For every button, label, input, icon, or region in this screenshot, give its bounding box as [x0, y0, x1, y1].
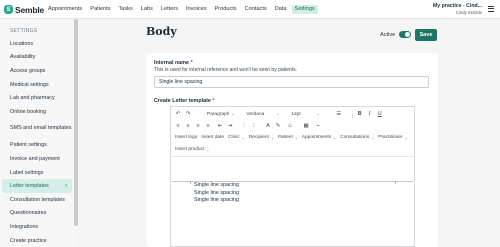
template-form-card: Internal name * This is used for interna… [147, 53, 438, 247]
text-color-icon[interactable]: A [265, 123, 271, 129]
internal-name-label: Internal name * [154, 60, 193, 66]
indent-icon[interactable]: ⇥ [227, 123, 233, 129]
toolbar-row-1: ↶ ↷ Paragraph ⌄ Verdana ⌄ 12pt ⌄ ☰ B I U [171, 109, 414, 119]
main-nav: Appointments Patients Tasks Labs Letters… [47, 5, 324, 14]
insert-product-menu[interactable]: Insert product ⌄ [175, 147, 209, 152]
document-line: Single line spacing [194, 182, 239, 188]
nav-letters[interactable]: Letters [160, 5, 179, 14]
toolbar-row-4: Insert product ⌄ [171, 145, 414, 154]
undo-icon[interactable]: ↶ [175, 111, 181, 117]
divider [351, 110, 353, 118]
nav-contacts[interactable]: Contacts [244, 5, 268, 14]
sidebar-item-questionnaires[interactable]: Questionnaires [2, 207, 72, 221]
hamburger-menu-icon[interactable] [488, 6, 494, 12]
sidebar-item-invoice-and-payment[interactable]: Invoice and payment [2, 152, 72, 166]
nav-invoices[interactable]: Invoices [185, 5, 208, 14]
recipient-menu[interactable]: Recipient ⌄ [249, 135, 274, 140]
toolbar-row-3: Insert logo Insert date Clinic ⌄ Recipien… [171, 133, 414, 142]
sidebar-list: Locations Availability Access groups Med… [2, 37, 72, 247]
save-button[interactable]: Save [415, 29, 437, 41]
chevron-right-icon: › [65, 183, 67, 190]
rich-text-editor: ↶ ↷ Paragraph ⌄ Verdana ⌄ 12pt ⌄ ☰ B I U ≡ … [170, 106, 415, 247]
sidebar-item-label-settings[interactable]: Label settings [2, 166, 72, 180]
internal-name-help: This is used for internal reference and … [154, 67, 297, 73]
sidebar-item-availability[interactable]: Availability [2, 51, 72, 65]
toggle-knob [405, 32, 410, 37]
practice-name: My practice - Cind... [432, 3, 482, 9]
align-left-icon[interactable]: ≡ [175, 123, 181, 129]
nav-data[interactable]: Data [274, 5, 288, 14]
active-toggle[interactable] [399, 31, 411, 38]
editor-document[interactable]: Single line spacing Single line spacing … [171, 156, 414, 246]
highlight-icon[interactable]: ✎ [275, 123, 281, 129]
document-body[interactable]: Single line spacing Single line spacing … [194, 182, 239, 205]
sidebar-item-consultation-templates[interactable]: Consultation templates [2, 193, 72, 207]
clinic-menu[interactable]: Clinic ⌄ [228, 135, 245, 140]
document-line: Single line spacing [194, 197, 239, 203]
italic-icon[interactable]: I [367, 111, 373, 117]
justify-icon[interactable]: ≡ [205, 123, 211, 129]
align-right-icon[interactable]: ≡ [195, 123, 201, 129]
page-title: Body [146, 25, 177, 38]
sidebar-title: SETTINGS [10, 28, 38, 34]
internal-name-input[interactable]: Single line spacing [154, 76, 429, 88]
create-template-label: Create Letter template * [154, 98, 215, 104]
sidebar-item-medical-settings[interactable]: Medical settings [2, 78, 72, 92]
toolbar-row-2: ≡ ≡ ≡ ≡ ⇤ ⇥ ⋮ ⁝ A ✎ ☺ ▦ ⌁ [171, 121, 414, 131]
numbered-list-icon[interactable]: ⁝ [251, 123, 257, 129]
semble-logo-icon: S [4, 5, 13, 14]
bold-icon[interactable]: B [357, 111, 363, 117]
nav-appointments[interactable]: Appointments [47, 5, 83, 14]
logo[interactable]: S Semble [4, 4, 44, 15]
practitioner-menu[interactable]: Practitioner ⌄ [378, 135, 407, 140]
sidebar-item-label: Letter templates [10, 183, 49, 190]
appointments-menu[interactable]: Appointments ⌄ [302, 135, 336, 140]
nav-settings[interactable]: Settings [291, 5, 318, 14]
sidebar-item-patient-settings[interactable]: Patient settings [2, 139, 72, 153]
nav-labs[interactable]: Labs [140, 5, 154, 14]
sidebar-item-integrations[interactable]: Integrations [2, 220, 72, 234]
sidebar-item-lab-and-pharmacy[interactable]: Lab and pharmacy [2, 91, 72, 105]
sidebar-item-access-groups[interactable]: Access groups [2, 64, 72, 78]
redo-icon[interactable]: ↷ [185, 111, 191, 117]
sidebar-item-locations[interactable]: Locations [2, 37, 72, 51]
link-icon[interactable]: ⌁ [315, 123, 321, 129]
paragraph-select[interactable]: Paragraph ⌄ [205, 111, 236, 118]
active-label: Active [380, 32, 396, 38]
brand-name: Semble [15, 4, 45, 15]
patient-menu[interactable]: Patient ⌄ [278, 135, 298, 140]
align-center-icon[interactable]: ≡ [185, 123, 191, 129]
sidebar-scrollbar[interactable] [74, 19, 78, 226]
font-size-select[interactable]: 12pt ⌄ [289, 111, 321, 118]
sidebar-item-letter-templates[interactable]: Letter templates › [2, 179, 72, 193]
nav-patients[interactable]: Patients [89, 5, 111, 14]
sidebar-item-create-practice[interactable]: Create practice [2, 234, 72, 247]
document-line: Single line spacing [194, 189, 239, 196]
sidebar-item-sms-email-templates[interactable]: SMS and email templates [2, 119, 72, 139]
margin-marker-right [395, 181, 396, 184]
sidebar-item-online-booking[interactable]: Online booking [2, 105, 72, 119]
emoji-icon[interactable]: ☺ [287, 123, 293, 129]
outdent-icon[interactable]: ⇤ [217, 123, 223, 129]
bullet-list-icon[interactable]: ⋮ [241, 123, 247, 129]
settings-sidebar: SETTINGS Locations Availability Access g… [0, 19, 78, 247]
line-height-icon[interactable]: ☰ [336, 111, 342, 117]
insert-date-button[interactable]: Insert date [201, 135, 224, 140]
nav-tasks[interactable]: Tasks [117, 5, 133, 14]
font-select[interactable]: Verdana ⌄ [244, 111, 281, 118]
top-nav: S Semble Appointments Patients Tasks Lab… [0, 0, 500, 19]
underline-icon[interactable]: U [377, 111, 383, 117]
table-icon[interactable]: ▦ [303, 123, 309, 129]
nav-products[interactable]: Products [214, 5, 238, 14]
margin-marker-left [190, 181, 191, 184]
user-name: Cindy Semble [455, 10, 482, 15]
account-switcher[interactable]: My practice - Cind... Cindy Semble [433, 3, 482, 15]
consultations-menu[interactable]: Consultations ⌄ [340, 135, 374, 140]
insert-logo-button[interactable]: Insert logo [175, 135, 197, 140]
